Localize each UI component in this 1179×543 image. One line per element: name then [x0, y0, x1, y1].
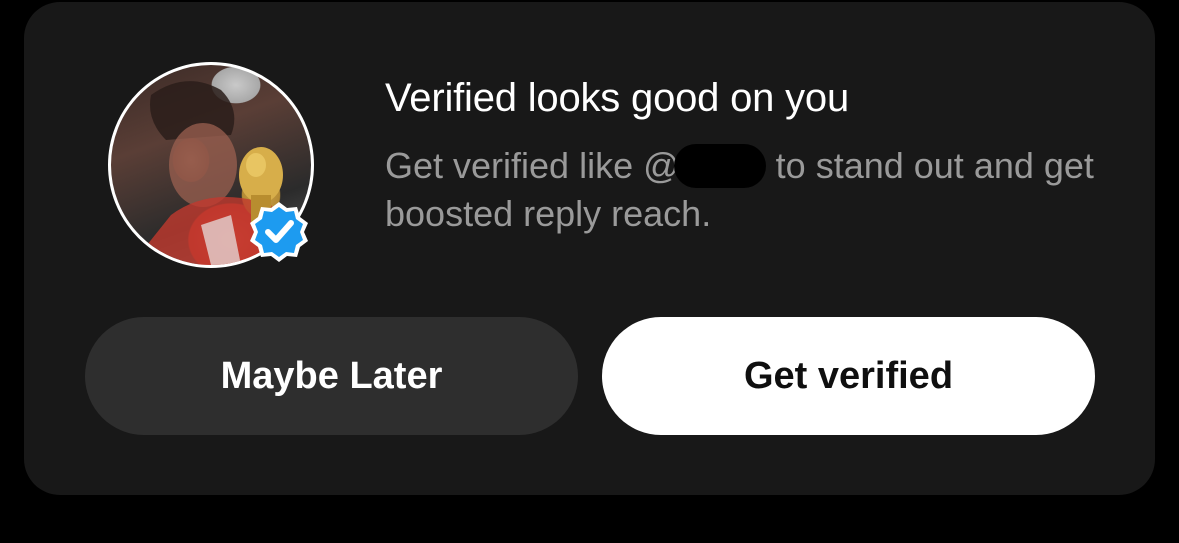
prompt-subtitle: Get verified like @ to stand out and get…: [385, 142, 1115, 238]
avatar-container: [108, 62, 314, 268]
subtitle-before: Get verified like @: [385, 145, 680, 186]
maybe-later-button[interactable]: Maybe Later: [85, 317, 578, 435]
redacted-username: [673, 144, 766, 188]
get-verified-button[interactable]: Get verified: [602, 317, 1095, 435]
verified-badge-icon: [250, 202, 308, 262]
prompt-title: Verified looks good on you: [385, 76, 850, 120]
